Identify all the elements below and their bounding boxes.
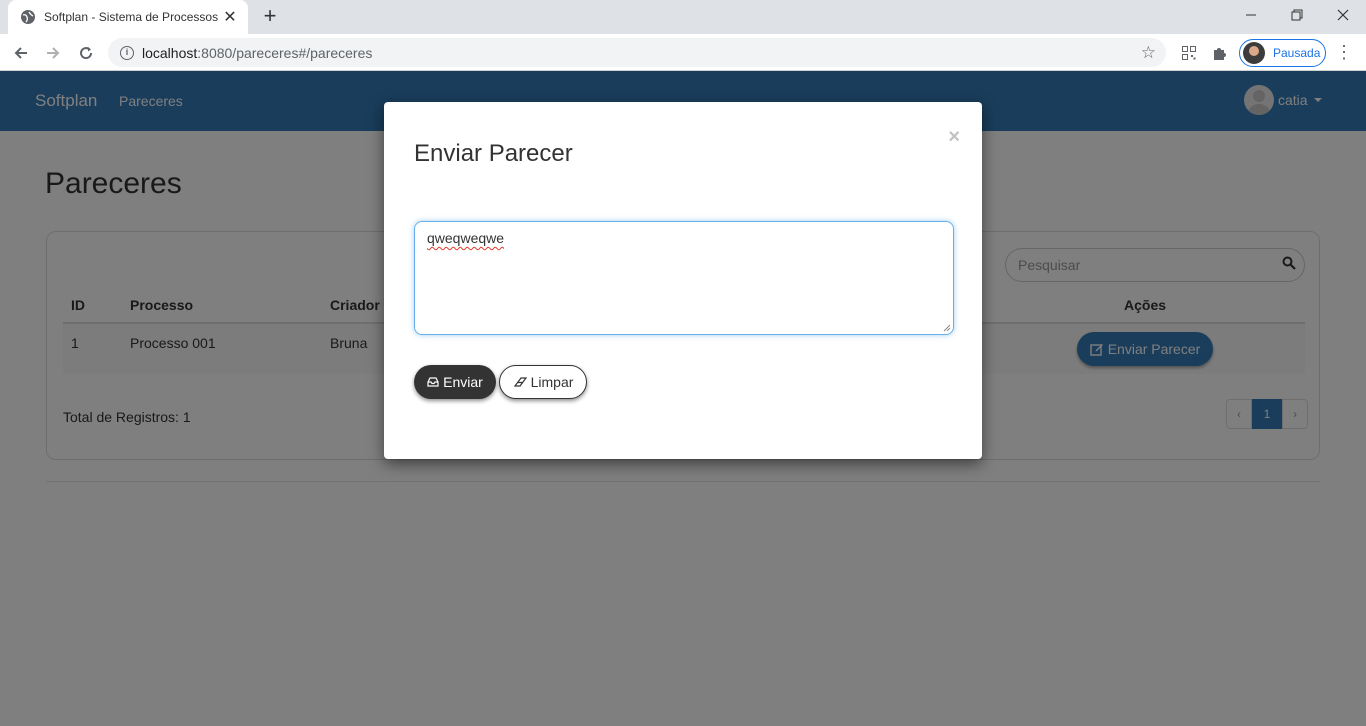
send-button[interactable]: Enviar [414,365,496,399]
extensions-icon[interactable] [1210,43,1230,63]
info-icon[interactable]: i [120,45,134,60]
eraser-icon [513,377,527,387]
qr-code-icon[interactable] [1179,43,1199,63]
profile-button[interactable]: Pausada [1239,39,1326,67]
minimize-icon[interactable] [1228,0,1274,30]
url-host: localhost [142,44,198,61]
forward-icon[interactable] [40,40,66,66]
browser-tab-bar: Softplan - Sistema de Processos ✕ + [0,0,1366,34]
tab-title: Softplan - Sistema de Processos [44,10,219,24]
reload-icon[interactable] [73,40,99,66]
restore-icon[interactable] [1274,0,1320,30]
globe-icon [21,10,35,24]
parecer-text: qweqweqwe [427,230,505,246]
profile-label: Pausada [1273,46,1321,60]
back-icon[interactable] [8,40,34,66]
browser-menu-icon[interactable]: ⋮ [1334,42,1354,64]
bookmark-star-icon[interactable]: ☆ [1141,43,1156,63]
tab-close-icon[interactable]: ✕ [222,7,238,27]
page: Softplan Pareceres catia Pareceres Pesqu… [0,71,1366,726]
send-label: Enviar [443,374,483,390]
modal-close-icon[interactable]: × [948,126,960,149]
inbox-icon [427,377,439,387]
url-path: :8080/pareceres#/pareceres [197,44,373,61]
parecer-textarea[interactable]: qweqweqwe [414,221,954,335]
profile-avatar [1243,42,1265,64]
resize-grip-icon[interactable] [943,324,951,332]
enviar-parecer-modal: × Enviar Parecer qweqweqwe Enviar Limpar [384,102,982,459]
clear-button[interactable]: Limpar [499,365,587,399]
address-bar[interactable]: i localhost:8080/pareceres#/pareceres ☆ [108,38,1166,67]
close-window-icon[interactable] [1320,0,1366,30]
new-tab-icon[interactable]: + [258,4,282,28]
browser-toolbar: i localhost:8080/pareceres#/pareceres ☆ … [0,34,1366,71]
modal-title: Enviar Parecer [414,140,573,167]
browser-tab[interactable]: Softplan - Sistema de Processos ✕ [8,0,248,34]
clear-label: Limpar [530,374,574,390]
